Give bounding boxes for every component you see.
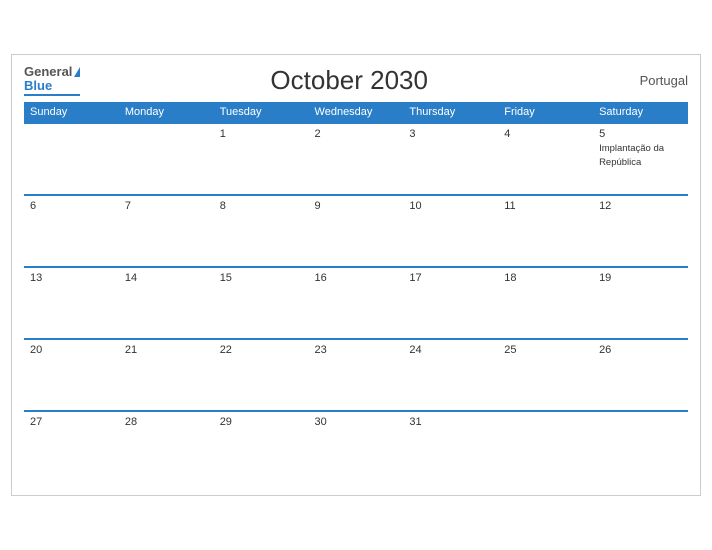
day-number: 10 <box>409 200 492 212</box>
logo-underline <box>24 94 80 96</box>
calendar-day-cell <box>593 411 688 483</box>
calendar-day-cell: 23 <box>309 339 404 411</box>
day-number: 31 <box>409 416 492 428</box>
calendar-day-cell: 1 <box>214 123 309 195</box>
logo: General Blue <box>24 65 80 97</box>
calendar-day-cell: 21 <box>119 339 214 411</box>
day-number: 2 <box>315 128 398 140</box>
day-event: Implantação da República <box>599 143 664 167</box>
calendar-weekdays: SundayMondayTuesdayWednesdayThursdayFrid… <box>24 102 688 123</box>
day-number: 27 <box>30 416 113 428</box>
calendar-day-cell: 27 <box>24 411 119 483</box>
day-number: 15 <box>220 272 303 284</box>
day-number: 7 <box>125 200 208 212</box>
calendar-country: Portugal <box>618 73 688 88</box>
weekday-header: Tuesday <box>214 102 309 123</box>
calendar-day-cell: 24 <box>403 339 498 411</box>
calendar-day-cell: 4 <box>498 123 593 195</box>
day-number: 22 <box>220 344 303 356</box>
day-number: 20 <box>30 344 113 356</box>
calendar-day-cell: 11 <box>498 195 593 267</box>
calendar-day-cell: 3 <box>403 123 498 195</box>
logo-blue-text: Blue <box>24 79 52 93</box>
calendar-week-row: 20 21 22 23 24 25 26 <box>24 339 688 411</box>
day-number: 17 <box>409 272 492 284</box>
calendar-day-cell: 8 <box>214 195 309 267</box>
calendar-grid: SundayMondayTuesdayWednesdayThursdayFrid… <box>24 102 688 483</box>
calendar-title: October 2030 <box>80 65 618 96</box>
calendar-day-cell: 2 <box>309 123 404 195</box>
calendar-week-row: 6789 10 11 12 <box>24 195 688 267</box>
day-number: 18 <box>504 272 587 284</box>
day-number: 3 <box>409 128 492 140</box>
weekday-header: Wednesday <box>309 102 404 123</box>
calendar-day-cell: 9 <box>309 195 404 267</box>
calendar-day-cell: 16 <box>309 267 404 339</box>
day-number: 19 <box>599 272 682 284</box>
calendar-day-cell: 14 <box>119 267 214 339</box>
calendar-day-cell <box>498 411 593 483</box>
calendar-day-cell: 5 Implantação da República <box>593 123 688 195</box>
calendar-day-cell <box>24 123 119 195</box>
day-number: 11 <box>504 200 587 212</box>
day-number: 13 <box>30 272 113 284</box>
weekday-header: Sunday <box>24 102 119 123</box>
calendar-day-cell: 25 <box>498 339 593 411</box>
day-number: 25 <box>504 344 587 356</box>
weekday-header: Saturday <box>593 102 688 123</box>
day-number: 1 <box>220 128 303 140</box>
day-number: 12 <box>599 200 682 212</box>
day-number: 9 <box>315 200 398 212</box>
day-number: 24 <box>409 344 492 356</box>
day-number: 5 <box>599 128 682 140</box>
calendar-day-cell: 15 <box>214 267 309 339</box>
weekday-row: SundayMondayTuesdayWednesdayThursdayFrid… <box>24 102 688 123</box>
calendar-body: 12345Implantação da República67891011121… <box>24 123 688 483</box>
day-number: 8 <box>220 200 303 212</box>
day-number: 14 <box>125 272 208 284</box>
day-number: 4 <box>504 128 587 140</box>
calendar-day-cell: 28 <box>119 411 214 483</box>
day-number: 16 <box>315 272 398 284</box>
calendar-day-cell: 22 <box>214 339 309 411</box>
calendar-day-cell: 13 <box>24 267 119 339</box>
calendar-day-cell: 26 <box>593 339 688 411</box>
calendar-week-row: 27 28 29 30 31 <box>24 411 688 483</box>
calendar-day-cell: 10 <box>403 195 498 267</box>
day-number: 28 <box>125 416 208 428</box>
calendar-day-cell: 6 <box>24 195 119 267</box>
calendar-day-cell <box>119 123 214 195</box>
calendar-day-cell: 31 <box>403 411 498 483</box>
day-number: 26 <box>599 344 682 356</box>
calendar-week-row: 12345 Implantação da República <box>24 123 688 195</box>
day-number: 21 <box>125 344 208 356</box>
calendar-day-cell: 29 <box>214 411 309 483</box>
calendar-header: General Blue October 2030 Portugal <box>24 65 688 97</box>
calendar-day-cell: 30 <box>309 411 404 483</box>
day-number: 30 <box>315 416 398 428</box>
calendar-day-cell: 18 <box>498 267 593 339</box>
calendar-day-cell: 19 <box>593 267 688 339</box>
calendar-week-row: 13 14 15 16 17 18 19 <box>24 267 688 339</box>
calendar-day-cell: 20 <box>24 339 119 411</box>
calendar-day-cell: 12 <box>593 195 688 267</box>
day-number: 23 <box>315 344 398 356</box>
weekday-header: Thursday <box>403 102 498 123</box>
calendar: General Blue October 2030 Portugal Sunda… <box>11 54 701 497</box>
day-number: 6 <box>30 200 113 212</box>
weekday-header: Monday <box>119 102 214 123</box>
logo-general-text: General <box>24 65 72 79</box>
day-number: 29 <box>220 416 303 428</box>
calendar-day-cell: 7 <box>119 195 214 267</box>
calendar-day-cell: 17 <box>403 267 498 339</box>
weekday-header: Friday <box>498 102 593 123</box>
